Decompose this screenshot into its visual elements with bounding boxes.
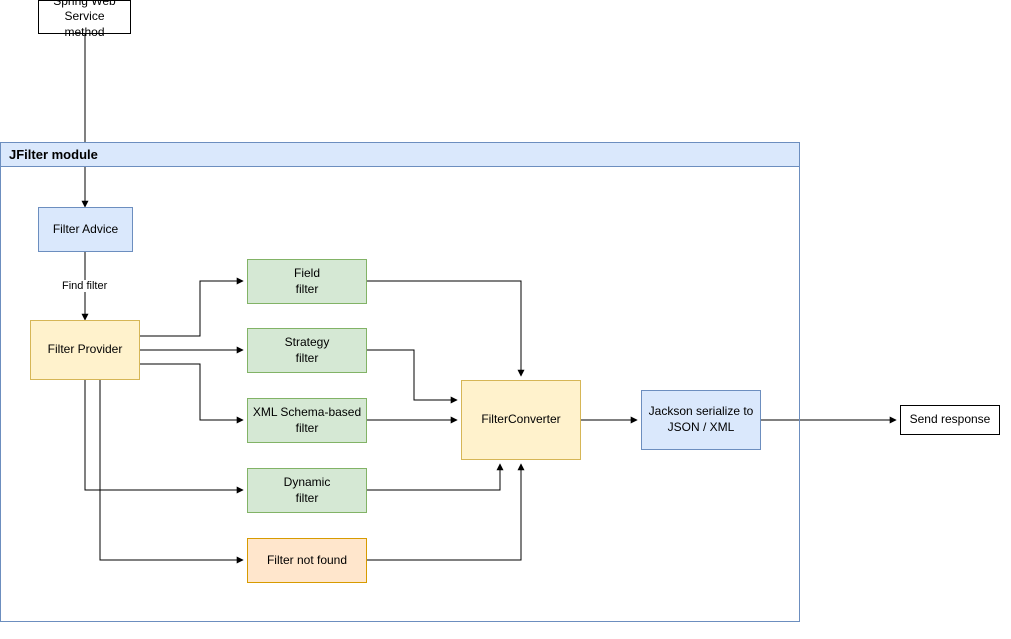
module-title-text: JFilter module — [9, 147, 98, 162]
node-label: Filter not found — [267, 553, 347, 569]
node-label: FilterConverter — [481, 412, 560, 428]
module-title: JFilter module — [1, 143, 799, 167]
node-label: Send response — [910, 412, 991, 428]
node-label: Filter Advice — [53, 222, 118, 238]
edge-label-find-filter: Find filter — [60, 280, 109, 292]
node-label: Jackson serialize to JSON / XML — [646, 404, 756, 435]
node-label: Fieldfilter — [294, 266, 320, 297]
edge-label-text: Find filter — [62, 280, 107, 292]
node-send-response: Send response — [900, 405, 1000, 435]
node-field-filter: Fieldfilter — [247, 259, 367, 304]
node-filter-not-found: Filter not found — [247, 538, 367, 583]
node-filter-provider: Filter Provider — [30, 320, 140, 380]
node-label: Filter Provider — [48, 342, 123, 358]
node-strategy-filter: Strategyfilter — [247, 328, 367, 373]
node-dynamic-filter: Dynamicfilter — [247, 468, 367, 513]
node-label: Dynamicfilter — [284, 475, 331, 506]
node-xml-filter: XML Schema-basedfilter — [247, 398, 367, 443]
node-spring-web-service: Spring Web Service method — [38, 0, 131, 34]
node-label: XML Schema-basedfilter — [253, 405, 361, 436]
node-label: Spring Web Service method — [43, 0, 126, 40]
node-jackson-serialize: Jackson serialize to JSON / XML — [641, 390, 761, 450]
node-filter-converter: FilterConverter — [461, 380, 581, 460]
node-filter-advice: Filter Advice — [38, 207, 133, 252]
node-label: Strategyfilter — [285, 335, 330, 366]
